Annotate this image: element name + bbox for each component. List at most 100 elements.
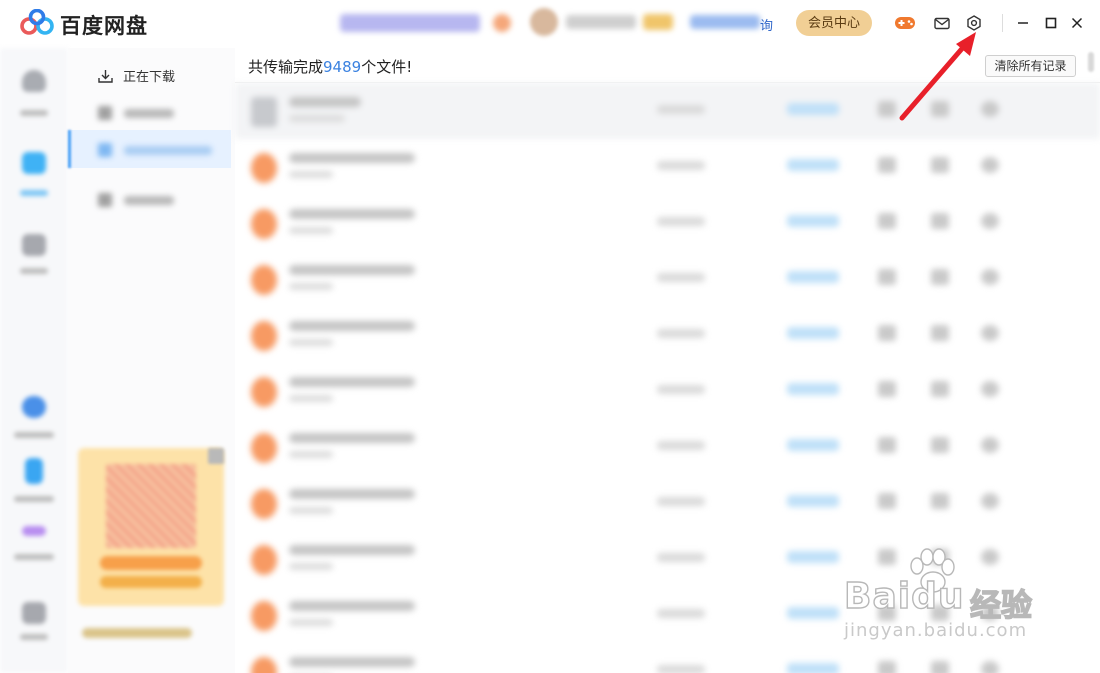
open-file-icon[interactable] bbox=[878, 213, 896, 229]
file-name bbox=[289, 209, 415, 219]
file-status bbox=[787, 383, 839, 395]
table-row[interactable] bbox=[235, 531, 1100, 587]
file-type-icon bbox=[251, 321, 277, 351]
open-folder-icon[interactable] bbox=[931, 213, 949, 229]
open-folder-icon[interactable] bbox=[931, 605, 949, 621]
header-link-tail[interactable]: 询 bbox=[760, 15, 773, 34]
title-divider bbox=[1002, 14, 1003, 32]
close-icon[interactable] bbox=[1066, 12, 1088, 34]
summary-count: 9489 bbox=[323, 58, 362, 76]
gear-icon[interactable] bbox=[963, 12, 985, 34]
transfer-summary: 共传输完成9489个文件! bbox=[248, 56, 412, 77]
file-type-icon bbox=[251, 265, 277, 295]
open-folder-icon[interactable] bbox=[931, 437, 949, 453]
qr-code bbox=[106, 464, 196, 548]
qr-promo-button[interactable] bbox=[100, 556, 202, 570]
nav-rail bbox=[0, 48, 68, 673]
file-type-icon bbox=[251, 489, 277, 519]
table-row[interactable] bbox=[235, 363, 1100, 419]
scrollbar[interactable] bbox=[1088, 52, 1094, 72]
nav-uploading[interactable] bbox=[124, 109, 174, 118]
file-status bbox=[787, 495, 839, 507]
qr-promo-card[interactable] bbox=[78, 448, 224, 606]
open-file-icon[interactable] bbox=[878, 605, 896, 621]
file-type-icon bbox=[251, 433, 277, 463]
open-file-icon[interactable] bbox=[878, 493, 896, 509]
file-status bbox=[787, 607, 839, 619]
file-name bbox=[289, 601, 415, 611]
open-folder-icon[interactable] bbox=[931, 157, 949, 173]
open-folder-icon[interactable] bbox=[931, 381, 949, 397]
delete-record-icon[interactable] bbox=[981, 605, 999, 621]
file-name bbox=[289, 489, 415, 499]
delete-record-icon[interactable] bbox=[981, 437, 999, 453]
file-status bbox=[787, 159, 839, 171]
completed-icon bbox=[98, 143, 112, 157]
open-folder-icon[interactable] bbox=[931, 269, 949, 285]
nav-completed[interactable] bbox=[124, 146, 212, 155]
table-row[interactable] bbox=[235, 251, 1100, 307]
summary-prefix: 共传输完成 bbox=[248, 58, 324, 76]
file-name bbox=[289, 153, 415, 163]
game-icon[interactable] bbox=[894, 12, 916, 34]
file-type-icon bbox=[251, 153, 277, 183]
clear-all-records-button[interactable]: 清除所有记录 bbox=[985, 55, 1076, 77]
nav-footer-link[interactable] bbox=[82, 628, 192, 638]
file-meta bbox=[289, 507, 333, 514]
file-meta bbox=[289, 619, 333, 626]
table-row[interactable] bbox=[235, 587, 1100, 643]
open-file-icon[interactable] bbox=[878, 269, 896, 285]
delete-record-icon[interactable] bbox=[981, 325, 999, 341]
file-name bbox=[289, 321, 415, 331]
table-row[interactable] bbox=[235, 643, 1100, 673]
file-status bbox=[787, 439, 839, 451]
maximize-icon[interactable] bbox=[1040, 12, 1062, 34]
delete-record-icon[interactable] bbox=[981, 381, 999, 397]
app-name: 百度网盘 bbox=[60, 14, 148, 38]
file-size bbox=[657, 609, 705, 618]
transfer-nav: 正在下载 bbox=[68, 48, 235, 673]
open-file-icon[interactable] bbox=[878, 661, 896, 673]
mail-icon[interactable] bbox=[931, 12, 953, 34]
sync-icon bbox=[98, 193, 112, 207]
open-file-icon[interactable] bbox=[878, 325, 896, 341]
header-link[interactable] bbox=[690, 15, 760, 29]
table-row[interactable] bbox=[235, 419, 1100, 475]
file-meta bbox=[289, 283, 333, 290]
table-row[interactable] bbox=[235, 139, 1100, 195]
delete-record-icon[interactable] bbox=[981, 157, 999, 173]
vip-badge bbox=[643, 14, 673, 30]
table-row[interactable] bbox=[235, 83, 1100, 139]
delete-record-icon[interactable] bbox=[981, 493, 999, 509]
delete-record-icon[interactable] bbox=[981, 213, 999, 229]
delete-record-icon[interactable] bbox=[981, 269, 999, 285]
promo-icon[interactable] bbox=[493, 14, 511, 32]
open-file-icon[interactable] bbox=[878, 437, 896, 453]
member-center-button[interactable]: 会员中心 bbox=[796, 10, 872, 36]
promo-banner[interactable] bbox=[340, 14, 480, 32]
delete-record-icon[interactable] bbox=[981, 661, 999, 673]
file-size bbox=[657, 441, 705, 450]
open-file-icon[interactable] bbox=[878, 157, 896, 173]
nav-sync[interactable] bbox=[124, 196, 174, 205]
open-folder-icon[interactable] bbox=[931, 325, 949, 341]
qr-close-icon[interactable] bbox=[208, 448, 224, 464]
table-row[interactable] bbox=[235, 475, 1100, 531]
open-folder-icon[interactable] bbox=[931, 661, 949, 673]
open-folder-icon[interactable] bbox=[931, 549, 949, 565]
open-file-icon[interactable] bbox=[878, 549, 896, 565]
nav-downloading-label: 正在下载 bbox=[123, 70, 176, 85]
minimize-icon[interactable] bbox=[1012, 12, 1034, 34]
table-row[interactable] bbox=[235, 307, 1100, 363]
open-file-icon[interactable] bbox=[878, 381, 896, 397]
delete-record-icon[interactable] bbox=[981, 549, 999, 565]
transfer-complete-panel: 共传输完成9489个文件! 清除所有记录 bbox=[235, 48, 1100, 673]
file-size bbox=[657, 161, 705, 170]
nav-downloading[interactable]: 正在下载 bbox=[98, 66, 175, 85]
open-folder-icon[interactable] bbox=[931, 493, 949, 509]
file-name bbox=[289, 657, 415, 667]
table-row[interactable] bbox=[235, 195, 1100, 251]
avatar[interactable] bbox=[530, 8, 558, 36]
username[interactable] bbox=[566, 15, 636, 29]
file-type-icon bbox=[251, 377, 277, 407]
